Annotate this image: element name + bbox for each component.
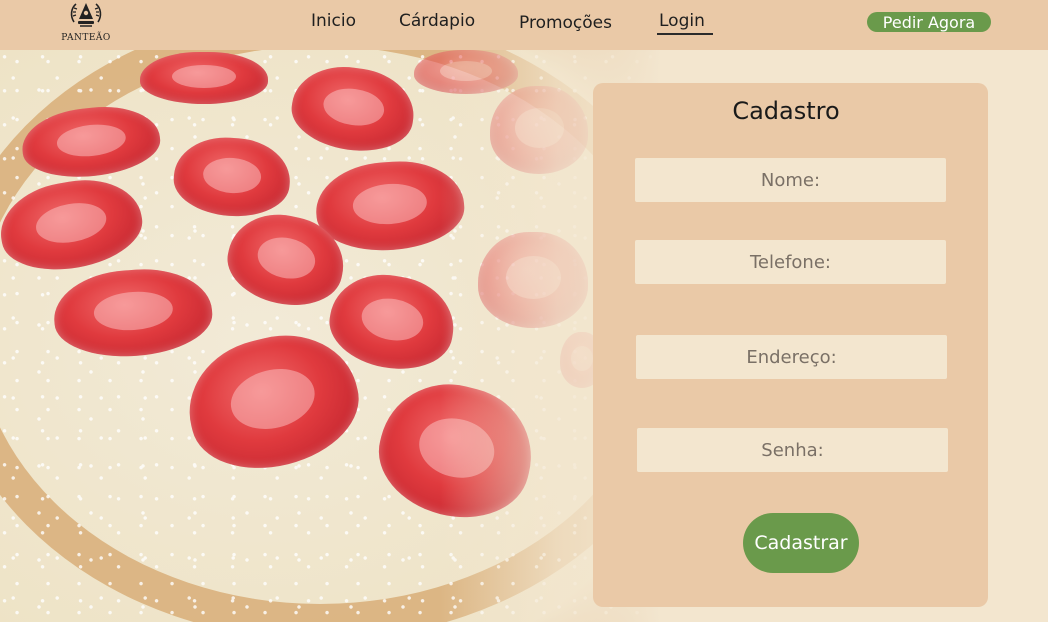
phone-field[interactable]: Telefone: — [635, 240, 946, 284]
strawberry-slice — [140, 52, 268, 104]
password-field[interactable]: Senha: — [637, 428, 948, 472]
top-nav-bar: PANTEÃO Inicio Cárdapio Promoções Login … — [0, 0, 1048, 50]
address-field[interactable]: Endereço: — [636, 335, 947, 379]
nav-item-inicio[interactable]: Inicio — [311, 11, 356, 31]
nav-item-promocoes[interactable]: Promoções — [519, 13, 612, 33]
pantheon-crest-icon — [70, 3, 102, 27]
brand-logo[interactable]: PANTEÃO — [56, 0, 116, 48]
nav-item-login[interactable]: Login — [657, 11, 713, 35]
register-button[interactable]: Cadastrar — [743, 513, 859, 573]
signup-card: Cadastro Nome: Telefone: Endereço: Senha… — [593, 83, 988, 607]
signup-title: Cadastro — [732, 97, 840, 125]
name-field[interactable]: Nome: — [635, 158, 946, 202]
brand-name: PANTEÃO — [61, 33, 111, 43]
order-now-button[interactable]: Pedir Agora — [867, 12, 991, 32]
nav-item-cardapio[interactable]: Cárdapio — [399, 11, 475, 31]
